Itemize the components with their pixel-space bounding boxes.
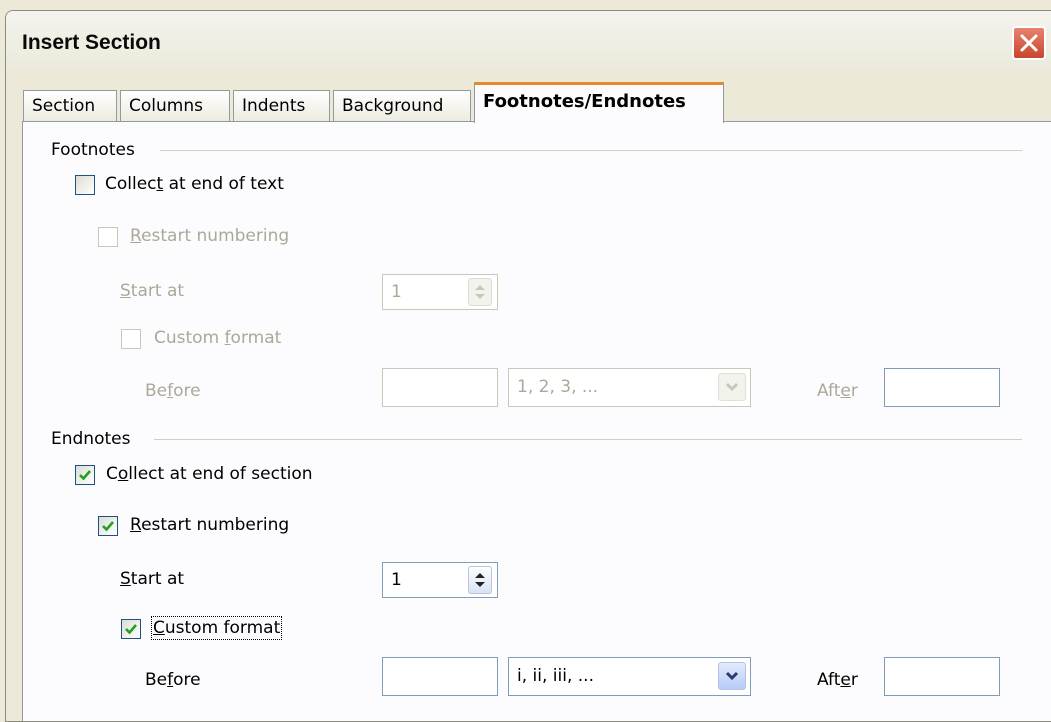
footnotes-before-label: Before xyxy=(145,381,201,401)
window-title: Insert Section xyxy=(22,31,161,54)
endnotes-custom-format-label[interactable]: Custom format xyxy=(150,616,283,640)
footnotes-after-label: After xyxy=(817,381,858,401)
tab-background[interactable]: Background xyxy=(333,90,471,122)
endnotes-before-label: Before xyxy=(145,670,201,690)
endnotes-restart-checkbox[interactable] xyxy=(98,516,118,536)
endnotes-before-input[interactable] xyxy=(382,657,498,696)
footnotes-collect-checkbox[interactable] xyxy=(75,175,95,195)
endnotes-start-at-spin-arrows[interactable] xyxy=(468,566,492,594)
tab-columns[interactable]: Columns xyxy=(120,90,230,122)
chevron-down-icon xyxy=(725,382,739,392)
endnotes-collect-checkbox[interactable] xyxy=(75,465,95,485)
footnotes-restart-label: Restart numbering xyxy=(130,226,290,246)
endnotes-group-label: Endnotes xyxy=(51,429,131,449)
spin-arrows-icon xyxy=(475,285,485,299)
footnotes-group-label: Footnotes xyxy=(51,140,135,160)
footnotes-format-dropdown-button[interactable] xyxy=(718,373,746,401)
footnotes-start-at-label: Start at xyxy=(120,281,185,301)
checkmark-icon xyxy=(102,521,114,532)
tab-footnotes-endnotes[interactable]: Footnotes/Endnotes xyxy=(474,82,724,123)
endnotes-format-dropdown-button[interactable] xyxy=(718,662,746,690)
endnotes-restart-label[interactable]: Restart numbering xyxy=(130,515,289,535)
checkmark-icon xyxy=(79,470,91,481)
endnotes-start-at-label: Start at xyxy=(120,569,185,589)
endnotes-separator xyxy=(154,439,1022,440)
checkmark-icon xyxy=(125,624,137,635)
endnotes-custom-format-checkbox[interactable] xyxy=(121,619,141,639)
close-icon xyxy=(1020,34,1038,52)
title-bar[interactable] xyxy=(6,11,1051,71)
endnotes-format-select[interactable]: i, ii, iii, ... xyxy=(508,657,751,696)
tab-indents[interactable]: Indents xyxy=(233,90,330,122)
endnotes-after-label: After xyxy=(817,670,858,690)
close-button[interactable] xyxy=(1012,26,1046,60)
footnotes-after-input[interactable] xyxy=(884,368,1000,407)
tab-section[interactable]: Section xyxy=(23,90,117,122)
spin-arrows-icon xyxy=(475,573,485,587)
footnotes-start-at-spin-arrows[interactable] xyxy=(468,278,492,306)
endnotes-after-input[interactable] xyxy=(884,657,1000,696)
chevron-down-icon xyxy=(725,671,739,681)
footnotes-restart-checkbox[interactable] xyxy=(98,227,118,247)
endnotes-collect-label[interactable]: Collect at end of section xyxy=(106,464,313,484)
footnotes-collect-label[interactable]: Collect at end of text xyxy=(105,174,284,194)
footnotes-separator xyxy=(160,150,1022,151)
footnotes-custom-format-label: Custom format xyxy=(154,328,282,348)
footnotes-format-select[interactable]: 1, 2, 3, ... xyxy=(508,368,751,407)
footnotes-before-input[interactable] xyxy=(382,368,498,407)
footnotes-custom-format-checkbox[interactable] xyxy=(121,329,141,349)
